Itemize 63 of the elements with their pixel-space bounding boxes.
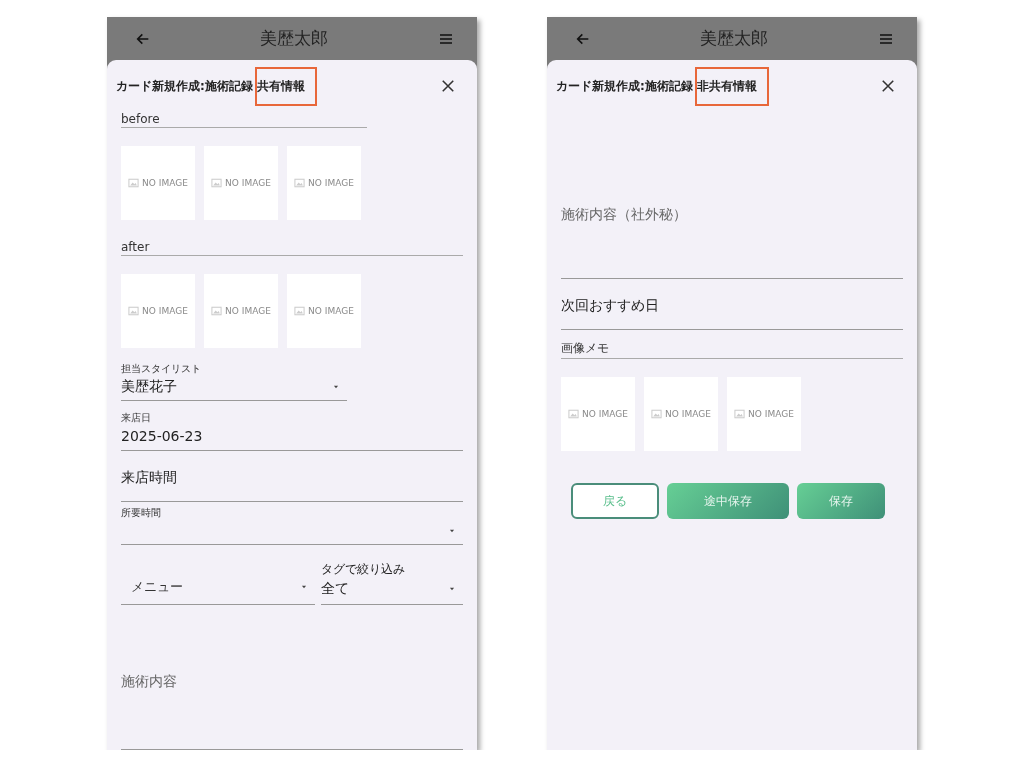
picture-icon [568,409,580,419]
highlighted-title: 非共有情報 [696,68,767,104]
text-area[interactable]: 施術内容 [121,609,463,750]
image-placeholder[interactable]: NO IMAGE [121,146,195,220]
field-label: 担当スタイリスト [121,362,202,376]
dropdown-value: 全て [321,580,349,598]
no-image-text: NO IMAGE [582,409,628,419]
picture-icon [294,306,306,316]
action-button[interactable]: 保存 [797,483,885,519]
date-field[interactable]: 来店日 2025-06-23 [121,405,463,451]
action-button[interactable]: 途中保存 [667,483,789,519]
dialog-title: カード新規作成:施術記録 [556,77,693,95]
image-placeholder[interactable]: NO IMAGE [287,274,361,348]
input-field[interactable]: 次回おすすめ日 [561,279,903,330]
picture-icon [128,306,140,316]
field-label: タグで絞り込み [321,561,406,578]
section-label: after [121,230,463,256]
highlighted-title: 共有情報 [256,68,315,104]
dialog-title: カード新規作成:施術記録 [116,77,253,95]
picture-icon [211,178,223,188]
close-icon [441,79,455,93]
dropdown-caret-icon [299,584,309,590]
image-placeholder[interactable]: NO IMAGE [121,274,195,348]
dropdown-caret-icon [447,586,457,592]
dropdown-field[interactable]: メニュー [121,572,315,605]
text-area[interactable]: 施術内容（社外秘） [561,102,903,279]
no-image-text: NO IMAGE [308,306,354,316]
close-button[interactable] [439,77,457,95]
close-button[interactable] [879,77,897,95]
image-placeholder[interactable]: NO IMAGE [561,377,635,451]
picture-icon [294,178,306,188]
app-bar-title: 美歴太郎 [260,27,328,50]
no-image-text: NO IMAGE [748,409,794,419]
close-icon [881,79,895,93]
dropdown-field[interactable]: 担当スタイリスト 美歴花子 [121,358,347,401]
picture-icon [651,409,663,419]
dropdown-caret-icon [447,528,457,534]
no-image-text: NO IMAGE [665,409,711,419]
picture-icon [211,306,223,316]
no-image-text: NO IMAGE [225,178,271,188]
image-placeholder[interactable]: NO IMAGE [287,146,361,220]
dropdown-placeholder: メニュー [130,578,183,596]
section-label: before [121,102,368,128]
picture-icon [734,409,746,419]
dropdown-value: 美歴花子 [121,378,177,396]
dropdown-field[interactable]: タグで絞り込み 全て [321,557,463,605]
no-image-text: NO IMAGE [225,306,271,316]
picture-icon [128,178,140,188]
no-image-text: NO IMAGE [142,178,188,188]
app-bar-title: 美歴太郎 [700,27,768,50]
no-image-text: NO IMAGE [142,306,188,316]
image-placeholder[interactable]: NO IMAGE [644,377,718,451]
image-placeholder[interactable]: NO IMAGE [204,146,278,220]
dropdown-field[interactable]: 所要時間 [121,502,463,545]
image-placeholder[interactable]: NO IMAGE [727,377,801,451]
field-label: 来店日 [121,411,152,425]
field-label: 所要時間 [121,506,162,520]
no-image-text: NO IMAGE [308,178,354,188]
image-placeholder[interactable]: NO IMAGE [204,274,278,348]
input-field[interactable]: 来店時間 [121,451,463,502]
section-label: 画像メモ [561,330,903,359]
action-button[interactable]: 戻る [571,483,659,519]
field-value: 2025-06-23 [121,428,204,444]
